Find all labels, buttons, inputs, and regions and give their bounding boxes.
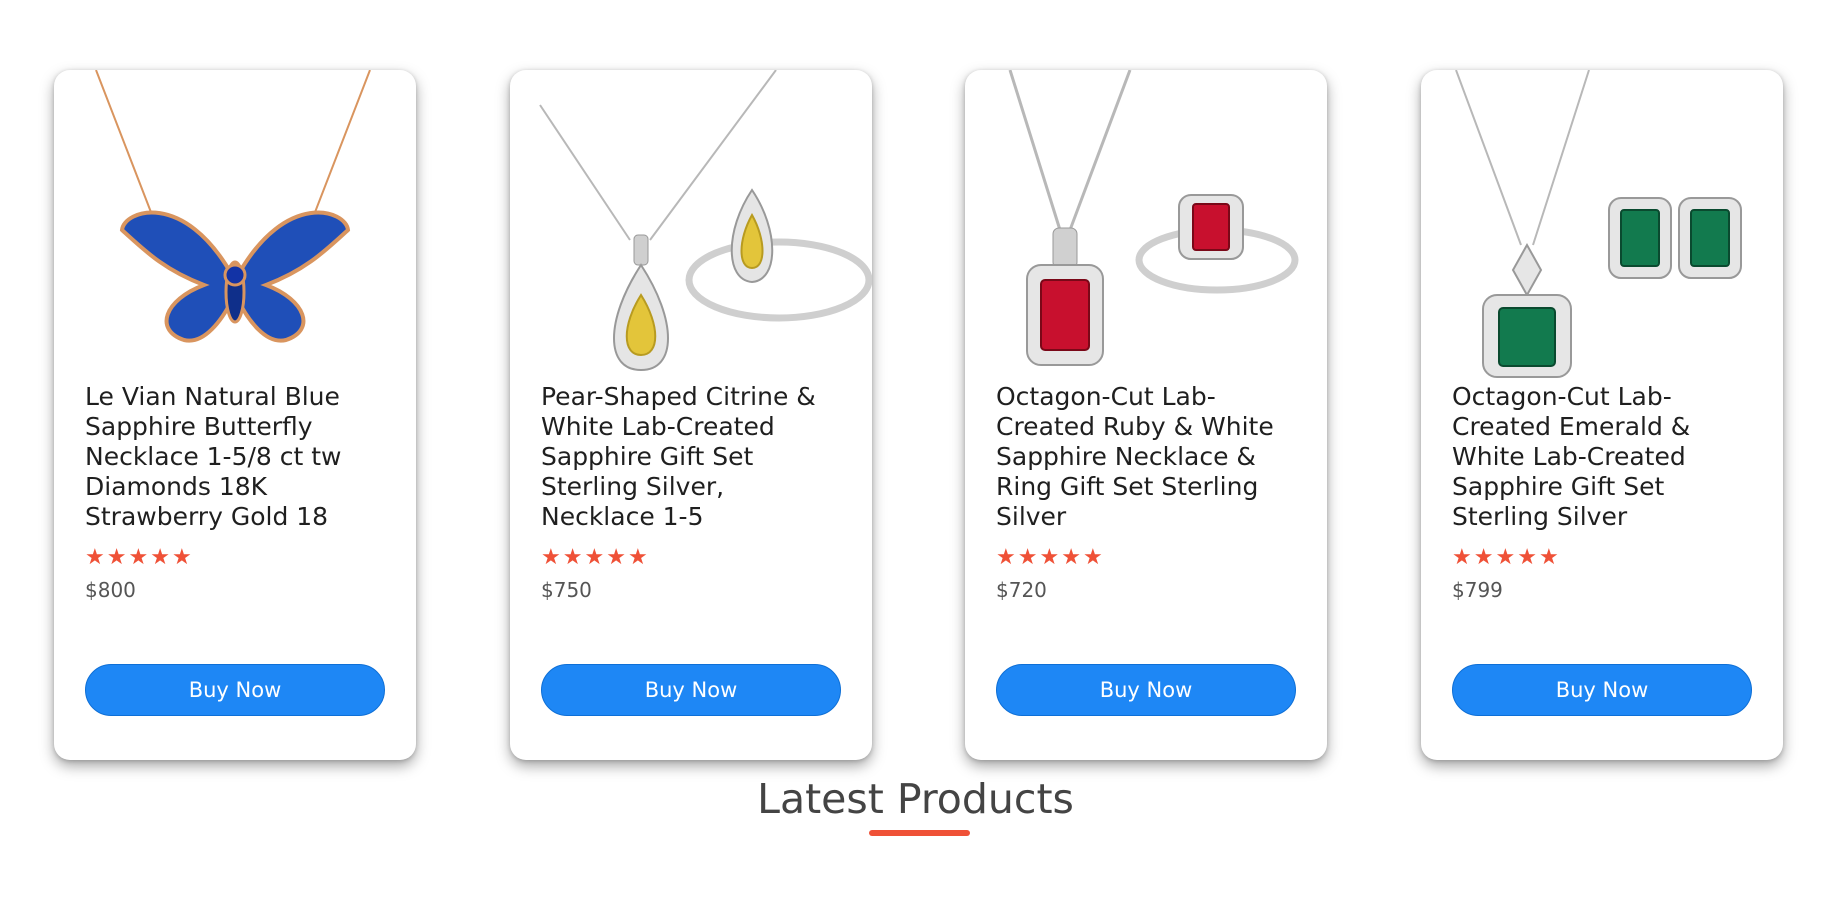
product-title[interactable]: Pear-Shaped Citrine & White Lab-Created … <box>541 382 841 532</box>
butterfly-necklace-icon <box>95 70 371 343</box>
star-icon: ★ <box>1473 545 1496 570</box>
product-price: $720 <box>996 578 1047 602</box>
product-title[interactable]: Le Vian Natural Blue Sapphire Butterfly … <box>85 382 385 532</box>
product-card: Le Vian Natural Blue Sapphire Butterfly … <box>54 70 416 760</box>
star-icon: ★ <box>1039 545 1062 570</box>
section-title-underline <box>869 830 970 836</box>
product-title[interactable]: Octagon-Cut Lab-Created Emerald & White … <box>1452 382 1752 532</box>
product-card: Pear-Shaped Citrine & White Lab-Created … <box>510 70 872 760</box>
star-icon: ★ <box>150 545 172 570</box>
star-icon: ★ <box>1452 545 1474 570</box>
star-icon: ★ <box>627 545 650 570</box>
star-icon: ★ <box>996 545 1018 570</box>
buy-now-button[interactable]: Buy Now <box>1452 664 1752 716</box>
star-icon: ★ <box>1495 545 1518 570</box>
product-image[interactable] <box>965 70 1327 380</box>
emerald-set-icon <box>1455 70 1742 378</box>
star-icon: ★ <box>1517 545 1539 570</box>
buy-now-button[interactable]: Buy Now <box>996 664 1296 716</box>
star-icon: ★ <box>541 545 563 570</box>
star-icon: ★ <box>85 545 107 570</box>
product-price: $799 <box>1452 578 1503 602</box>
product-title[interactable]: Octagon-Cut Lab-Created Ruby & White Sap… <box>996 382 1296 532</box>
product-price: $800 <box>85 578 136 602</box>
buy-now-button[interactable]: Buy Now <box>85 664 385 716</box>
star-icon: ★ <box>1017 545 1040 570</box>
product-grid: Le Vian Natural Blue Sapphire Butterfly … <box>54 70 1786 760</box>
star-icon: ★ <box>1061 545 1083 570</box>
star-icon: ★ <box>562 545 585 570</box>
product-card: Octagon-Cut Lab-Created Emerald & White … <box>1421 70 1783 760</box>
ruby-set-icon <box>1008 70 1299 366</box>
rating-stars: ★★★★★ <box>996 546 1105 570</box>
product-card: Octagon-Cut Lab-Created Ruby & White Sap… <box>965 70 1327 760</box>
product-image[interactable] <box>510 70 872 380</box>
rating-stars: ★★★★★ <box>541 546 650 570</box>
citrine-set-icon <box>539 70 872 372</box>
star-icon: ★ <box>1082 545 1105 570</box>
product-image[interactable] <box>54 70 416 380</box>
buy-now-button[interactable]: Buy Now <box>541 664 841 716</box>
rating-stars: ★★★★★ <box>1452 546 1561 570</box>
star-icon: ★ <box>584 545 607 570</box>
product-price: $750 <box>541 578 592 602</box>
rating-stars: ★★★★★ <box>85 546 194 570</box>
star-icon: ★ <box>606 545 628 570</box>
product-image[interactable] <box>1421 70 1783 380</box>
star-icon: ★ <box>171 545 194 570</box>
star-icon: ★ <box>106 545 129 570</box>
star-icon: ★ <box>128 545 151 570</box>
section-title: Latest Products <box>757 775 1074 823</box>
star-icon: ★ <box>1538 545 1561 570</box>
